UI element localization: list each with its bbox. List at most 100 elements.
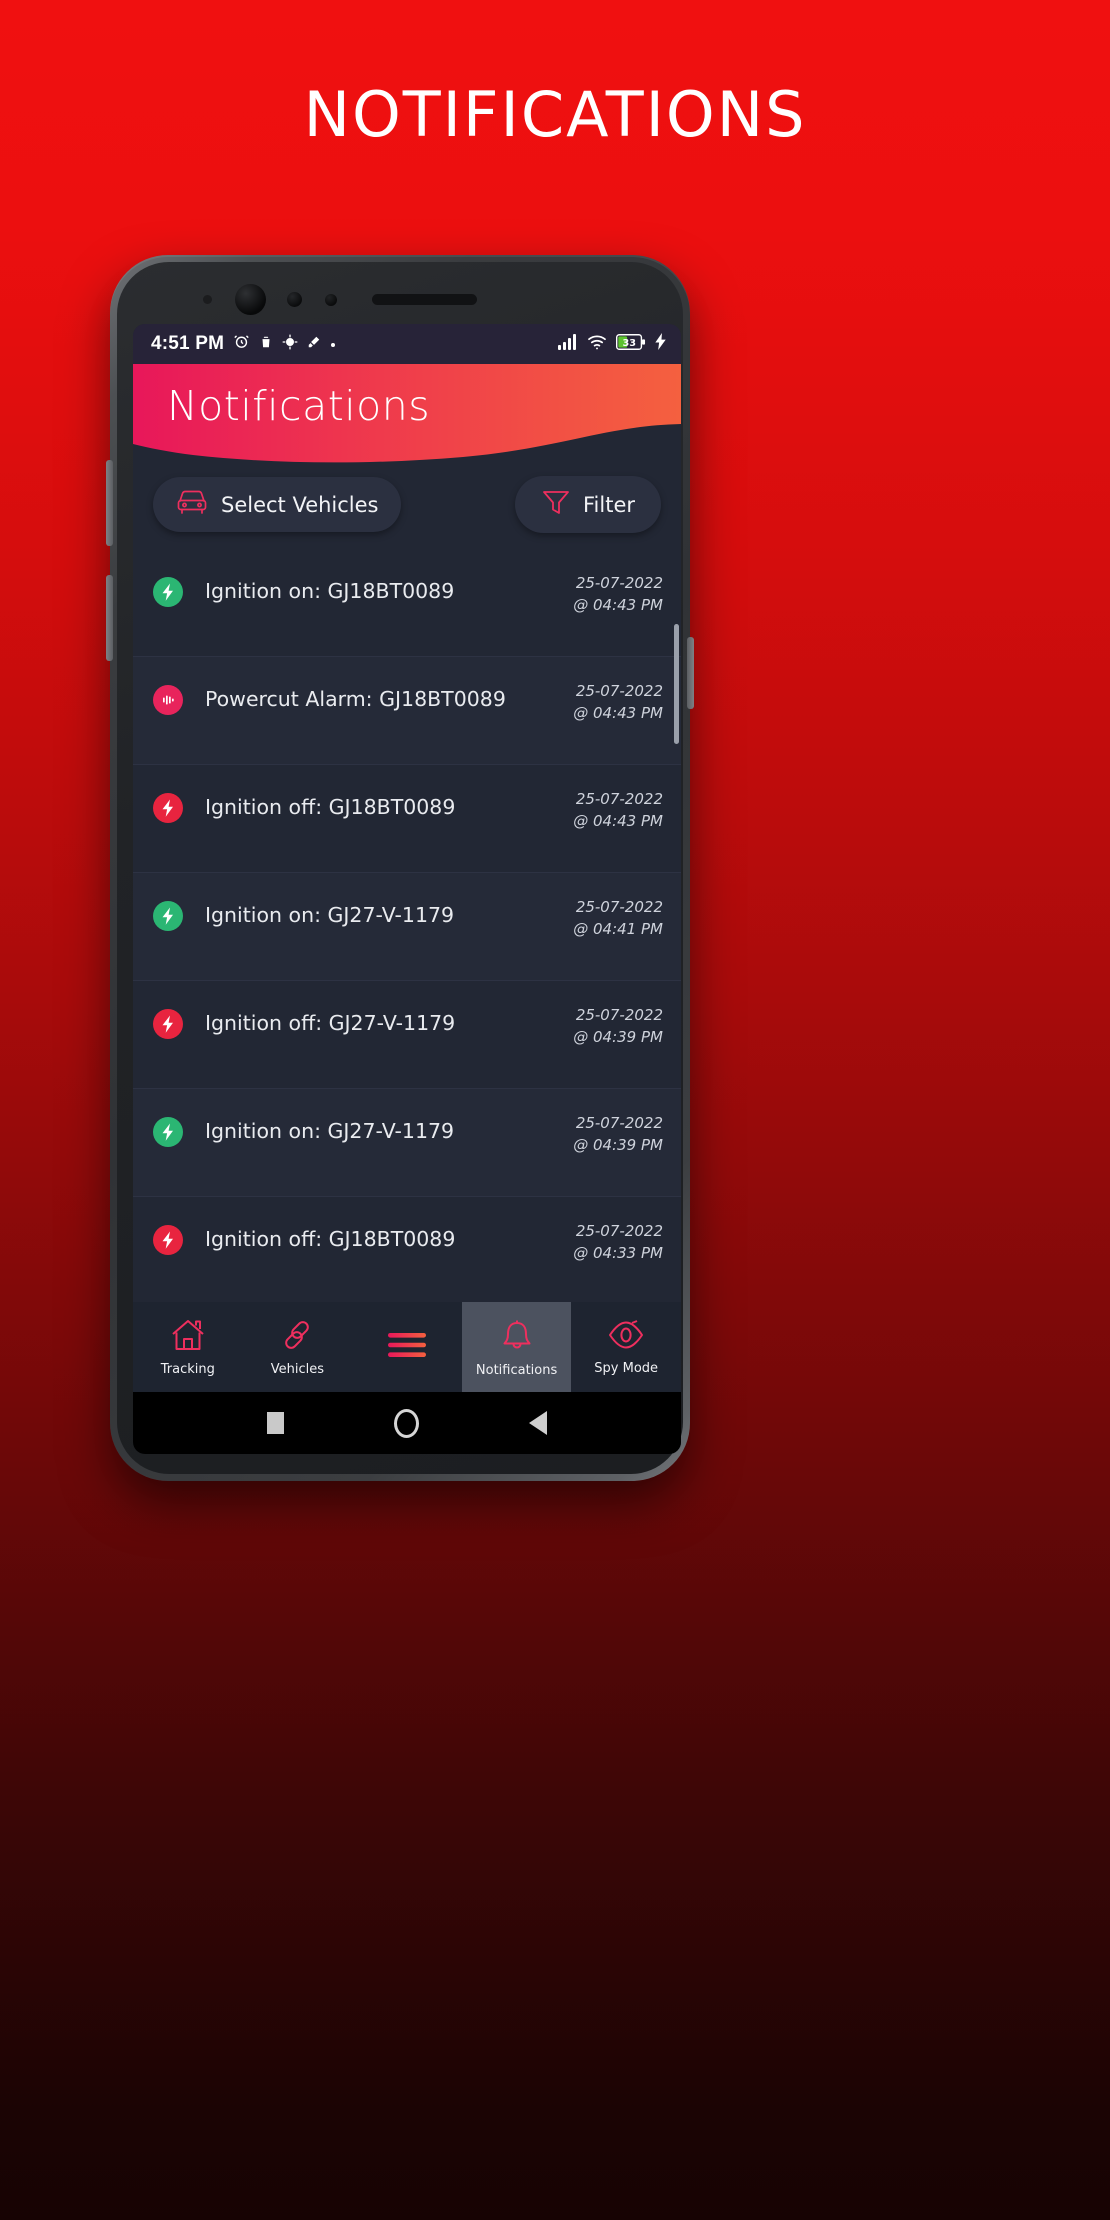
earpiece-speaker: [372, 294, 477, 305]
notification-time: @ 04:39 PM: [573, 1027, 663, 1046]
proximity-sensor-icon: [287, 292, 302, 307]
nav-item-notifications[interactable]: Notifications: [461, 1302, 572, 1392]
notification-date: 25-07-2022: [575, 682, 663, 700]
light-sensor-icon: [325, 294, 337, 306]
front-camera-icon: [235, 284, 266, 315]
ignition-off-icon: [153, 793, 183, 823]
ignition-off-icon: [153, 1225, 183, 1255]
notification-date: 25-07-2022: [575, 1114, 663, 1132]
notification-badge: [153, 685, 183, 715]
notification-text: Powercut Alarm: GJ18BT0089: [205, 687, 506, 711]
filter-button[interactable]: Filter: [514, 476, 661, 533]
notification-badge: [153, 901, 183, 931]
notification-time: @ 04:33 PM: [573, 1243, 663, 1262]
sensor-icon: [203, 295, 212, 304]
nav-item-spy-mode[interactable]: Spy Mode: [571, 1302, 681, 1392]
notification-time: @ 04:43 PM: [573, 595, 663, 614]
hamburger-icon: [386, 1330, 428, 1365]
charging-bolt-icon: [655, 333, 667, 355]
notification-badge: [153, 1117, 183, 1147]
square-icon[interactable]: [267, 1412, 284, 1434]
notification-text: Ignition off: GJ27-V-1179: [205, 1011, 456, 1035]
volume-down-button[interactable]: [106, 575, 113, 661]
notification-list[interactable]: Ignition on: GJ18BT0089 25-07-2022 @ 04:…: [133, 549, 681, 1305]
nav-item-label: Spy Mode: [594, 1360, 659, 1376]
notification-text: Ignition off: GJ18BT0089: [205, 1227, 456, 1251]
notification-badge: [153, 577, 183, 607]
ignition-on-icon: [153, 577, 183, 607]
notification-timestamp: 25-07-2022 @ 04:41 PM: [573, 897, 663, 941]
notification-date: 25-07-2022: [575, 1222, 663, 1240]
nav-item-label: Vehicles: [270, 1361, 325, 1377]
ignition-off-icon: [153, 1009, 183, 1039]
system-navigation-bar[interactable]: [133, 1392, 681, 1454]
notification-date: 25-07-2022: [575, 1006, 663, 1024]
funnel-icon: [541, 487, 571, 522]
notification-date: 25-07-2022: [575, 898, 663, 916]
notification-badge: [153, 1009, 183, 1039]
battery-icon: 33: [616, 333, 646, 355]
car-icon: [175, 488, 209, 521]
notification-timestamp: 25-07-2022 @ 04:33 PM: [573, 1221, 663, 1265]
phone-bezel: 4:51 PM 33 Notifications Select Vehicles…: [117, 262, 683, 1474]
notification-row[interactable]: Ignition on: GJ27-V-1179 25-07-2022 @ 04…: [133, 1089, 681, 1197]
nav-item-vehicles[interactable]: Vehicles: [243, 1302, 353, 1392]
page-title: NOTIFICATIONS: [303, 78, 807, 151]
notification-text: Ignition on: GJ18BT0089: [205, 579, 455, 603]
link-icon: [280, 1318, 314, 1357]
bell-icon: [500, 1317, 534, 1358]
eye-icon: [607, 1319, 645, 1356]
notification-timestamp: 25-07-2022 @ 04:43 PM: [573, 681, 663, 725]
nav-item-label: Notifications: [475, 1362, 558, 1378]
notification-time: @ 04:43 PM: [573, 811, 663, 830]
notification-timestamp: 25-07-2022 @ 04:39 PM: [573, 1005, 663, 1049]
select-vehicles-label: Select Vehicles: [221, 492, 379, 517]
battery-level-text: 33: [622, 338, 635, 349]
notification-row[interactable]: Ignition off: GJ18BT0089 25-07-2022 @ 04…: [133, 765, 681, 873]
notification-time: @ 04:41 PM: [573, 919, 663, 938]
nav-item-menu[interactable]: [352, 1302, 462, 1392]
power-button[interactable]: [687, 637, 694, 709]
notification-timestamp: 25-07-2022 @ 04:39 PM: [573, 1113, 663, 1157]
notification-row[interactable]: Ignition on: GJ27-V-1179 25-07-2022 @ 04…: [133, 873, 681, 981]
select-vehicles-button[interactable]: Select Vehicles: [153, 477, 401, 532]
bottom-navigation[interactable]: Tracking Vehicles Notifications Spy Mode: [133, 1302, 681, 1392]
ignition-on-icon: [153, 1117, 183, 1147]
volume-up-button[interactable]: [106, 460, 113, 546]
status-time: 4:51 PM: [151, 333, 225, 354]
app-title: Notifications: [167, 382, 431, 430]
notification-text: Ignition on: GJ27-V-1179: [205, 903, 455, 927]
notification-time: @ 04:43 PM: [573, 703, 663, 722]
notification-row[interactable]: Ignition off: GJ18BT0089 25-07-2022 @ 04…: [133, 1197, 681, 1305]
status-bar: 4:51 PM 33: [133, 324, 681, 364]
powercut-alarm-icon: [153, 685, 183, 715]
ignition-on-icon: [153, 901, 183, 931]
notification-date: 25-07-2022: [575, 790, 663, 808]
dot-icon: [330, 335, 336, 353]
notification-row[interactable]: Ignition off: GJ27-V-1179 25-07-2022 @ 0…: [133, 981, 681, 1089]
notification-row[interactable]: Ignition on: GJ18BT0089 25-07-2022 @ 04:…: [133, 549, 681, 657]
notification-text: Ignition on: GJ27-V-1179: [205, 1119, 455, 1143]
notification-time: @ 04:39 PM: [573, 1135, 663, 1154]
wifi-icon: [587, 334, 607, 355]
trash-icon: [259, 334, 273, 355]
notification-timestamp: 25-07-2022 @ 04:43 PM: [573, 789, 663, 833]
home-icon: [170, 1318, 206, 1357]
notification-badge: [153, 793, 183, 823]
alarm-icon: [233, 333, 250, 355]
eraser-icon: [307, 335, 321, 354]
app-header: Notifications: [133, 364, 681, 464]
notification-row[interactable]: Powercut Alarm: GJ18BT0089 25-07-2022 @ …: [133, 657, 681, 765]
circle-icon[interactable]: [394, 1408, 419, 1438]
notification-badge: [153, 1225, 183, 1255]
notification-timestamp: 25-07-2022 @ 04:43 PM: [573, 573, 663, 617]
phone-frame: 4:51 PM 33 Notifications Select Vehicles…: [106, 255, 694, 1481]
phone-screen: 4:51 PM 33 Notifications Select Vehicles…: [133, 324, 681, 1454]
filter-label: Filter: [582, 492, 635, 517]
nav-item-tracking[interactable]: Tracking: [133, 1302, 243, 1392]
notification-text: Ignition off: GJ18BT0089: [205, 795, 456, 819]
toolbar: Select Vehicles Filter: [133, 464, 681, 549]
notification-date: 25-07-2022: [575, 574, 663, 592]
triangle-back-icon[interactable]: [529, 1411, 547, 1435]
list-scrollbar[interactable]: [674, 624, 679, 744]
